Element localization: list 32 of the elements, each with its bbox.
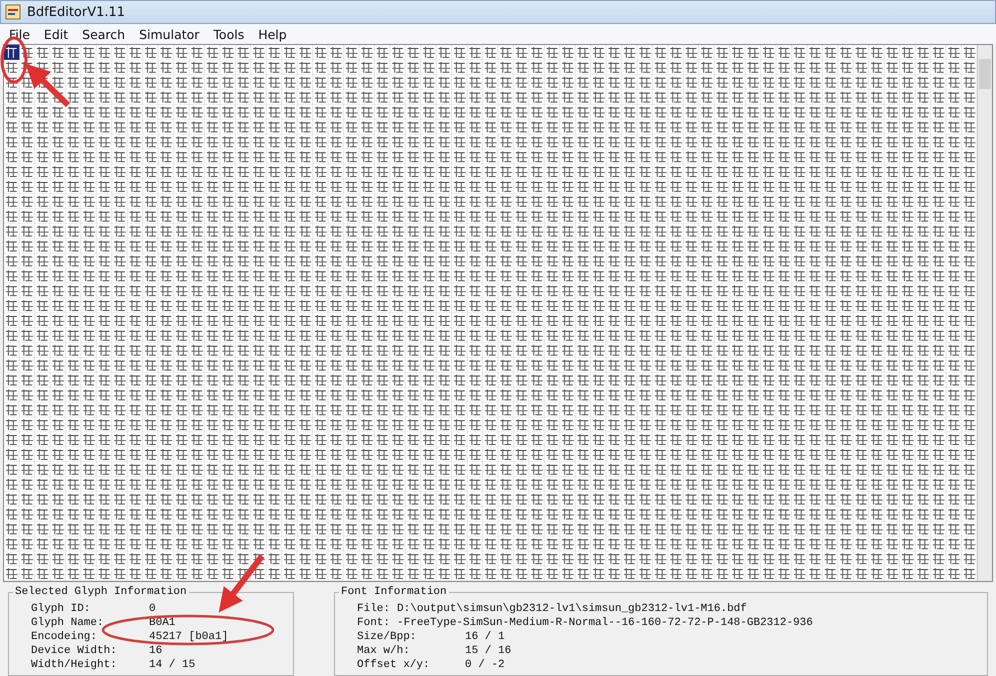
field-value: B0A1 [149, 616, 176, 630]
menu-item[interactable]: Simulator [134, 26, 204, 42]
menu-item[interactable]: Search [77, 26, 130, 42]
app-icon [5, 4, 21, 20]
scrollbar[interactable] [977, 45, 992, 581]
field-value: 0 [149, 602, 156, 616]
field-value: 45217 [b0a1] [149, 630, 228, 644]
panel-title: Selected Glyph Information [14, 586, 188, 598]
field-label: Max w/h: [357, 644, 411, 658]
field-value: 14 / 15 [149, 658, 196, 672]
field-value: 0 / -2 [465, 658, 505, 672]
field-label: Glyph ID: [31, 602, 92, 616]
field-label: Width/Height: [31, 658, 118, 672]
window-title: BdfEditorV1.11 [27, 4, 126, 20]
annotation-arrow [25, 64, 70, 108]
menu-item[interactable]: Help [253, 26, 292, 42]
field-value: 16 [149, 644, 162, 658]
field-value: 16 / 1 [465, 630, 505, 644]
field-label: File: [357, 602, 390, 616]
annotation-arrow [218, 554, 264, 613]
field-value: 15 / 16 [465, 644, 512, 658]
field-label: Offset x/y: [357, 658, 431, 672]
field-label: Encodeing: [31, 630, 98, 644]
menu-item[interactable]: Edit [38, 26, 74, 42]
menu-item[interactable]: Tools [208, 26, 250, 42]
field-label: Font: [357, 616, 390, 630]
panel-title: Font Information [340, 586, 448, 598]
field-label: Glyph Name: [31, 616, 105, 630]
field-label: Size/Bpp: [357, 630, 418, 644]
field-value: D:\output\simsun\gb2312-lv1\simsun_gb2312-lv1-M16.bdf [397, 602, 747, 616]
field-value: -FreeType-SimSun-Medium-R-Normal--16-160-72-72-P-148-GB2312-936 [397, 616, 813, 630]
field-label: Device Width: [31, 644, 118, 658]
